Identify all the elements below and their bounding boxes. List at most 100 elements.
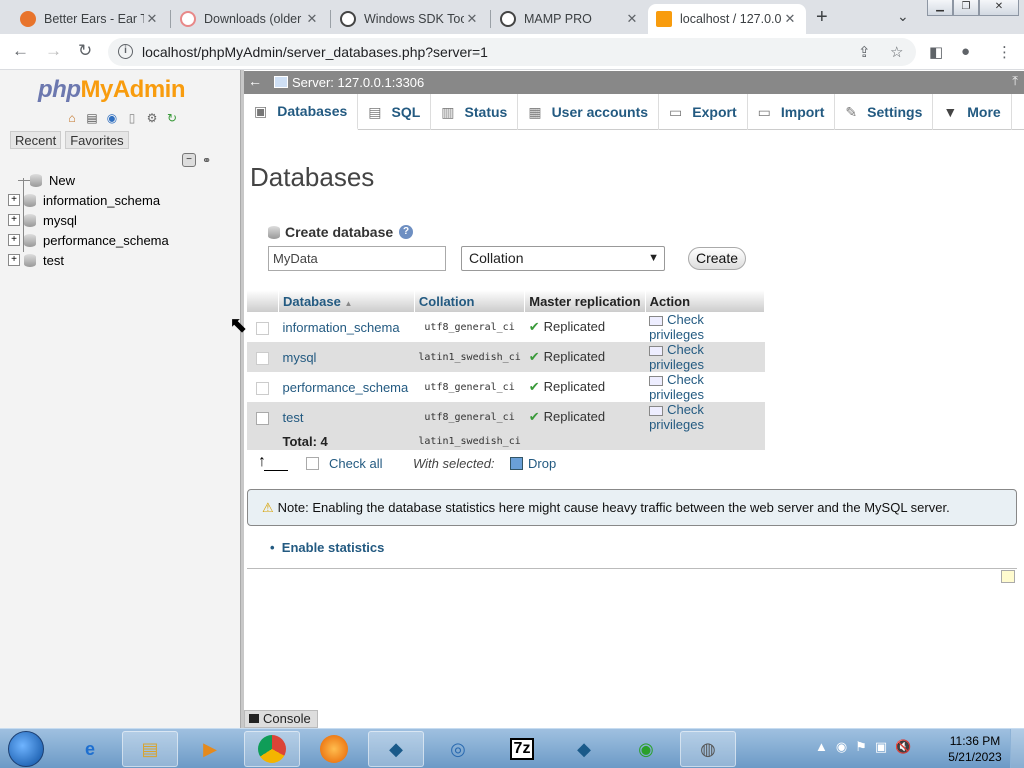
- row-checkbox[interactable]: [256, 381, 270, 395]
- tree-item-mysql[interactable]: + mysql: [8, 210, 169, 230]
- check-all-label[interactable]: Check all: [329, 456, 382, 471]
- expand-icon[interactable]: +: [8, 254, 20, 266]
- browser-tab-downloads[interactable]: Downloads (older ✕: [172, 4, 328, 34]
- tree-item-new[interactable]: New: [8, 170, 169, 190]
- show-hidden-icons-icon[interactable]: ▲: [815, 739, 828, 755]
- close-window-icon[interactable]: ✕: [979, 0, 1019, 16]
- database-link[interactable]: test: [278, 402, 415, 432]
- bookmark-star-icon[interactable]: ☆: [890, 43, 903, 61]
- database-link[interactable]: mysql: [278, 342, 415, 372]
- tab-import[interactable]: ▭ Import: [748, 94, 836, 130]
- chrome-icon[interactable]: [244, 731, 300, 767]
- expand-icon[interactable]: +: [8, 234, 20, 246]
- maximize-icon[interactable]: ⤒: [1012, 73, 1018, 89]
- help-icon[interactable]: ?: [399, 225, 413, 239]
- taskbar-clock[interactable]: 11:36 PM 5/21/2023: [944, 733, 1006, 765]
- expand-icon[interactable]: +: [8, 214, 20, 226]
- row-checkbox[interactable]: [256, 351, 270, 365]
- docs-icon[interactable]: ▯: [124, 110, 140, 126]
- enable-statistics-link[interactable]: • Enable statistics: [270, 540, 384, 555]
- database-link[interactable]: information_schema: [278, 312, 415, 342]
- collation-select[interactable]: Collation ▼: [461, 246, 665, 271]
- tab-settings[interactable]: ✎ Settings: [835, 94, 934, 130]
- close-tab-icon[interactable]: ✕: [782, 11, 798, 27]
- forward-icon[interactable]: →: [45, 41, 62, 61]
- tab-favorites[interactable]: Favorites: [65, 131, 129, 149]
- windows-explorer-icon[interactable]: ▤: [122, 731, 178, 767]
- seven-zip-icon[interactable]: 7z: [494, 731, 550, 767]
- server-breadcrumb[interactable]: Server: 127.0.0.1:3306: [292, 75, 424, 90]
- url-text[interactable]: localhost/phpMyAdmin/server_databases.ph…: [142, 44, 488, 60]
- create-button[interactable]: Create: [688, 247, 746, 270]
- database-link[interactable]: performance_schema: [278, 372, 415, 402]
- browser-tab-windows-sdk[interactable]: Windows SDK Too ✕: [332, 4, 488, 34]
- tab-search-icon[interactable]: ⌄: [897, 8, 909, 25]
- volume-muted-icon[interactable]: 🔇: [895, 739, 911, 755]
- phpmyadmin-logo[interactable]: phpMyAdmin: [38, 76, 185, 104]
- minimize-icon[interactable]: ▁: [927, 0, 953, 16]
- network-icon[interactable]: ▣: [875, 739, 887, 755]
- site-info-icon[interactable]: i: [118, 44, 133, 59]
- reload-icon[interactable]: ↻: [78, 41, 92, 61]
- action-center-flag-icon[interactable]: ⚑: [855, 739, 867, 755]
- row-checkbox[interactable]: [256, 321, 270, 335]
- back-icon[interactable]: ←: [12, 41, 29, 61]
- close-tab-icon[interactable]: ✕: [304, 11, 320, 27]
- tab-more[interactable]: ▼ More: [933, 94, 1012, 130]
- tab-export[interactable]: ▭ Export: [659, 94, 748, 130]
- tray-globe-icon[interactable]: ◉: [836, 739, 847, 755]
- mamp-pro-icon[interactable]: ◍: [680, 731, 736, 767]
- profile-icon[interactable]: ●: [961, 43, 970, 60]
- show-desktop-button[interactable]: [1010, 729, 1024, 768]
- reload-nav-icon[interactable]: ↻: [164, 110, 180, 126]
- drop-button[interactable]: Drop: [528, 456, 556, 471]
- tab-status[interactable]: ▥ Status: [431, 94, 519, 130]
- link-with-main-icon[interactable]: ⚭: [202, 154, 211, 167]
- check-privileges-link[interactable]: Check privileges: [645, 342, 765, 372]
- console-toggle[interactable]: Console: [244, 710, 318, 728]
- check-privileges-link[interactable]: Check privileges: [645, 372, 765, 402]
- firefox-icon[interactable]: [306, 731, 362, 767]
- close-tab-icon[interactable]: ✕: [144, 11, 160, 27]
- tree-item-performance-schema[interactable]: + performance_schema: [8, 230, 169, 250]
- tab-sql[interactable]: ▤ SQL: [358, 94, 432, 130]
- collapse-sidebar-icon[interactable]: ←: [248, 73, 262, 89]
- tab-databases[interactable]: ▣ Databases: [244, 94, 359, 130]
- address-bar[interactable]: i localhost/phpMyAdmin/server_databases.…: [108, 38, 916, 66]
- browser-menu-icon[interactable]: ⋮: [997, 43, 1012, 61]
- close-tab-icon[interactable]: ✕: [464, 11, 480, 27]
- notes-icon[interactable]: [1001, 570, 1015, 583]
- restore-icon[interactable]: ❐: [953, 0, 979, 16]
- windows-sdk-icon[interactable]: ◎: [430, 731, 486, 767]
- mysql-icon[interactable]: ◆: [556, 731, 612, 767]
- expand-icon[interactable]: +: [8, 194, 20, 206]
- browser-tab-localhost[interactable]: localhost / 127.0.0 ✕: [648, 4, 806, 34]
- internet-explorer-icon[interactable]: e: [62, 731, 118, 767]
- logout-icon[interactable]: ▤: [84, 110, 100, 126]
- tab-recent[interactable]: Recent: [10, 131, 62, 149]
- home-icon[interactable]: ⌂: [64, 110, 80, 126]
- help-icon[interactable]: ◉: [104, 110, 120, 126]
- side-panel-icon[interactable]: ◧: [929, 43, 943, 61]
- sidebar-resize-handle[interactable]: [240, 70, 244, 728]
- check-privileges-link[interactable]: Check privileges: [645, 312, 765, 342]
- mysql-workbench-icon[interactable]: ◆: [368, 731, 424, 767]
- database-name-input[interactable]: [268, 246, 446, 271]
- network-globe-icon[interactable]: ◉: [618, 731, 674, 767]
- row-checkbox[interactable]: [256, 411, 270, 425]
- header-database[interactable]: Database ▲: [278, 290, 415, 312]
- collapse-all-icon[interactable]: −: [182, 153, 196, 167]
- settings-gear-icon[interactable]: ⚙: [144, 110, 160, 126]
- browser-tab-better-ears[interactable]: Better Ears - Ear Tr ✕: [12, 4, 168, 34]
- tree-item-information-schema[interactable]: + information_schema: [8, 190, 169, 210]
- share-icon[interactable]: ⇪: [858, 43, 871, 61]
- media-player-icon[interactable]: ▶: [182, 731, 238, 767]
- check-privileges-link[interactable]: Check privileges: [645, 402, 765, 432]
- start-button[interactable]: [8, 731, 44, 767]
- check-all-checkbox[interactable]: [306, 457, 319, 470]
- close-tab-icon[interactable]: ✕: [624, 11, 640, 27]
- tree-item-test[interactable]: + test: [8, 250, 169, 270]
- header-collation[interactable]: Collation: [414, 290, 526, 312]
- tab-user-accounts[interactable]: ▦ User accounts: [518, 94, 660, 130]
- browser-tab-mamp-pro[interactable]: MAMP PRO ✕: [492, 4, 648, 34]
